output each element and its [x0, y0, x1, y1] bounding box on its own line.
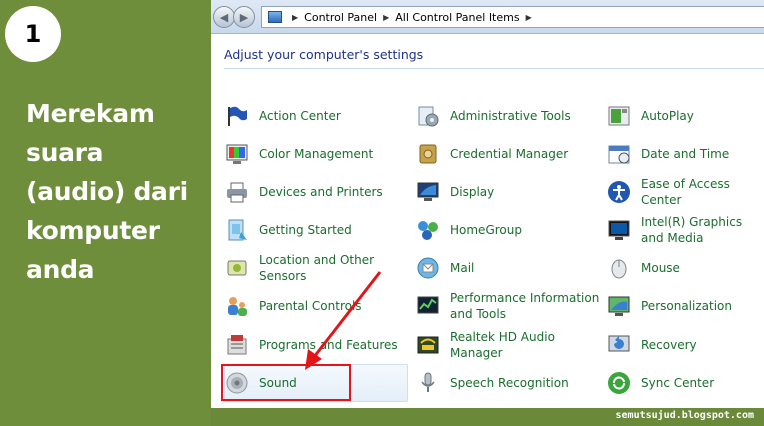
item-label: Speech Recognition [450, 376, 569, 390]
item-label: Color Management [259, 147, 374, 161]
item-mouse[interactable]: Mouse [607, 250, 764, 286]
page-title: Adjust your computer's settings [224, 47, 424, 62]
headline-line: komputer [26, 216, 160, 245]
printer-icon [225, 180, 249, 204]
item-label: Personalization [641, 299, 732, 313]
item-parental-controls[interactable]: Parental Controls [225, 288, 407, 324]
item-label: Mouse [641, 261, 680, 275]
item-personalization[interactable]: Personalization [607, 288, 764, 324]
item-color-management[interactable]: Color Management [225, 136, 407, 172]
back-button[interactable]: ◀ [213, 6, 235, 28]
personalization-icon [607, 294, 631, 318]
address-box[interactable]: ▶ Control Panel ▶ All Control Panel Item… [261, 6, 764, 28]
item-label: Parental Controls [259, 299, 362, 313]
breadcrumb-chevron-icon: ▶ [292, 12, 299, 22]
item-autoplay[interactable]: AutoPlay [607, 98, 764, 134]
left-panel: 1 Merekam suara (audio) dari komputer an… [0, 0, 211, 426]
headline-line: (audio) dari [26, 177, 188, 206]
breadcrumb-control-panel[interactable]: Control Panel [304, 11, 377, 24]
forward-button[interactable]: ▶ [233, 6, 255, 28]
item-label: Programs and Features [259, 338, 398, 352]
divider [224, 68, 764, 69]
item-label: HomeGroup [450, 223, 522, 237]
color-management-icon [225, 142, 249, 166]
item-label: AutoPlay [641, 109, 694, 123]
headline-line: Merekam [26, 99, 155, 128]
recovery-icon [607, 333, 631, 357]
item-homegroup[interactable]: HomeGroup [416, 212, 601, 248]
annotation-red-box [221, 364, 351, 401]
item-date-and-time[interactable]: Date and Time [607, 136, 764, 172]
vault-icon [416, 142, 440, 166]
monitor-icon [416, 180, 440, 204]
item-action-center[interactable]: Action Center [225, 98, 407, 134]
item-sync-center[interactable]: Sync Center [607, 365, 764, 401]
item-performance-information-and-tools[interactable]: Performance Information and Tools [416, 288, 601, 324]
item-location-and-other-sensors[interactable]: Location and Other Sensors [225, 250, 407, 286]
item-display[interactable]: Display [416, 174, 601, 210]
calendar-icon [607, 142, 631, 166]
mouse-icon [607, 256, 631, 280]
headline: Merekam suara (audio) dari komputer anda [26, 94, 210, 289]
control-panel-window: ◀ ▶ ▶ Control Panel ▶ All Control Panel … [211, 0, 764, 408]
control-panel-icon [268, 11, 282, 23]
item-label: Getting Started [259, 223, 352, 237]
mail-icon [416, 256, 440, 280]
programs-icon [225, 333, 249, 357]
item-label: Performance Information and Tools [450, 291, 600, 321]
headline-line: anda [26, 255, 95, 284]
item-recovery[interactable]: Recovery [607, 327, 764, 363]
accessibility-icon [607, 180, 631, 204]
autoplay-icon [607, 104, 631, 128]
performance-icon [416, 294, 440, 318]
item-label: Intel(R) Graphics and Media [641, 215, 743, 245]
item-label: Display [450, 185, 495, 199]
item-realtek-hd-audio-manager[interactable]: Realtek HD Audio Manager [416, 327, 601, 363]
item-administrative-tools[interactable]: Administrative Tools [416, 98, 601, 134]
breadcrumb-chevron-icon: ▶ [525, 12, 532, 22]
item-label: Action Center [259, 109, 341, 123]
item-label: Credential Manager [450, 147, 569, 161]
parental-controls-icon [225, 294, 249, 318]
item-ease-of-access-center[interactable]: Ease of Access Center [607, 174, 764, 210]
breadcrumb-chevron-icon: ▶ [383, 12, 390, 22]
sensor-icon [225, 256, 249, 280]
realtek-icon [416, 333, 440, 357]
item-devices-and-printers[interactable]: Devices and Printers [225, 174, 407, 210]
homegroup-icon [416, 218, 440, 242]
intel-graphics-icon [607, 218, 631, 242]
getting-started-icon [225, 218, 249, 242]
item-mail[interactable]: Mail [416, 250, 601, 286]
admin-tools-icon [416, 104, 440, 128]
item-intel-r-graphics-and-media[interactable]: Intel(R) Graphics and Media [607, 212, 764, 248]
address-bar: ◀ ▶ ▶ Control Panel ▶ All Control Panel … [211, 0, 764, 34]
item-label: Sync Center [641, 376, 715, 390]
item-programs-and-features[interactable]: Programs and Features [225, 327, 407, 363]
item-speech-recognition[interactable]: Speech Recognition [416, 365, 601, 401]
item-label: Mail [450, 261, 475, 275]
item-label: Realtek HD Audio Manager [450, 330, 555, 360]
footer-credit: semutsujud.blogspot.com [615, 410, 754, 421]
item-label: Ease of Access Center [641, 177, 730, 207]
item-label: Devices and Printers [259, 185, 383, 199]
sync-icon [607, 371, 631, 395]
item-credential-manager[interactable]: Credential Manager [416, 136, 601, 172]
item-label: Recovery [641, 338, 697, 352]
item-label: Date and Time [641, 147, 730, 161]
item-label: Location and Other Sensors [259, 253, 375, 283]
headline-line: suara [26, 138, 104, 167]
step-number-badge: 1 [5, 6, 61, 62]
flag-icon [225, 104, 249, 128]
item-label: Administrative Tools [450, 109, 571, 123]
microphone-icon [416, 371, 440, 395]
item-getting-started[interactable]: Getting Started [225, 212, 407, 248]
breadcrumb-all-items[interactable]: All Control Panel Items [395, 11, 519, 24]
